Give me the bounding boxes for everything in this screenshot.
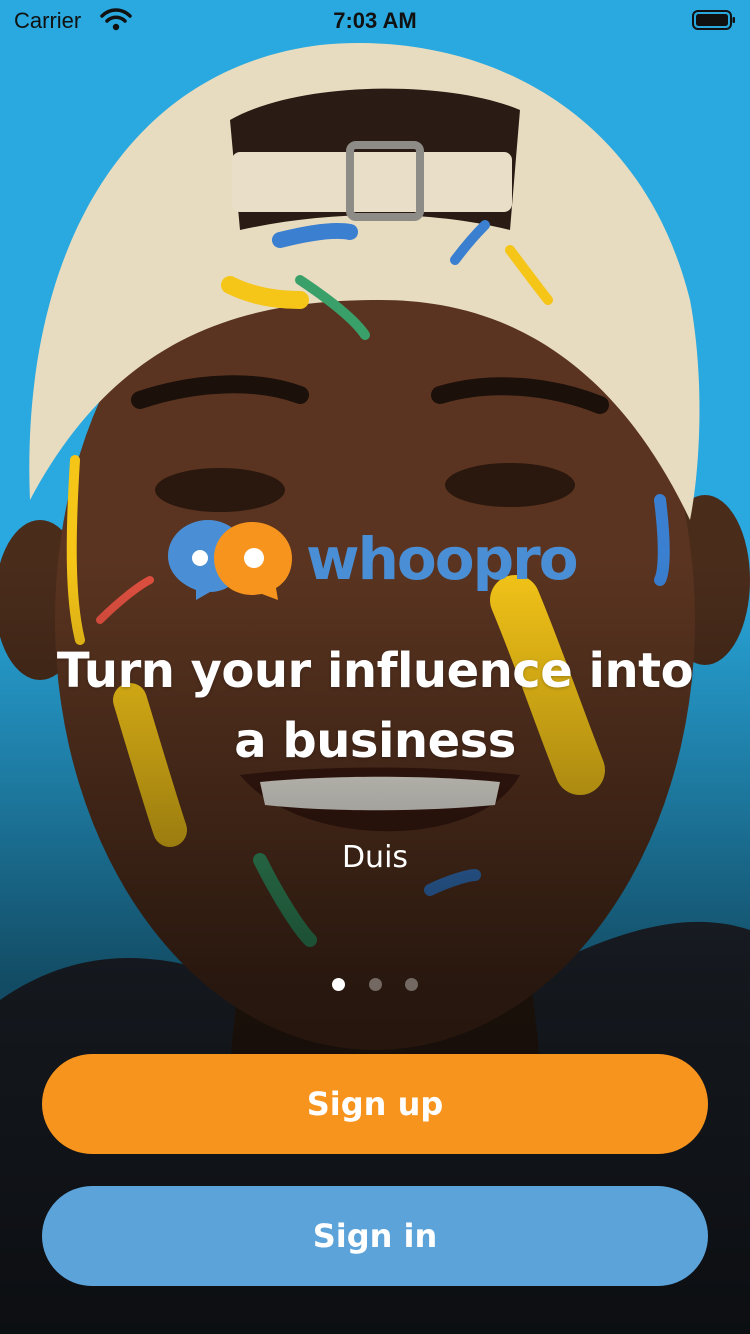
page-indicator — [0, 976, 750, 991]
headline-line-1: Turn your influence into — [56, 643, 694, 699]
status-bar: Carrier 7:03 AM — [0, 0, 750, 40]
headline: Turn your influence into a business — [40, 636, 710, 776]
page-dot-3[interactable] — [404, 978, 418, 991]
chat-bubbles-logo-icon — [168, 520, 292, 600]
headline-line-2: a business — [234, 713, 516, 769]
sign-in-button[interactable]: Sign in — [42, 1186, 708, 1286]
brand-wordmark: whoopro — [306, 525, 579, 593]
subtitle: Duis — [341, 840, 409, 875]
sign-up-button[interactable]: Sign up — [42, 1054, 708, 1154]
clock: 7:03 AM — [333, 8, 417, 33]
page-dot-2[interactable] — [368, 978, 382, 991]
sign-in-label: Sign in — [312, 1217, 438, 1255]
page-dot-1[interactable] — [332, 978, 346, 991]
battery-icon — [692, 10, 735, 30]
sign-up-label: Sign up — [306, 1085, 444, 1123]
whoopro-logo: whoopro — [166, 516, 586, 602]
